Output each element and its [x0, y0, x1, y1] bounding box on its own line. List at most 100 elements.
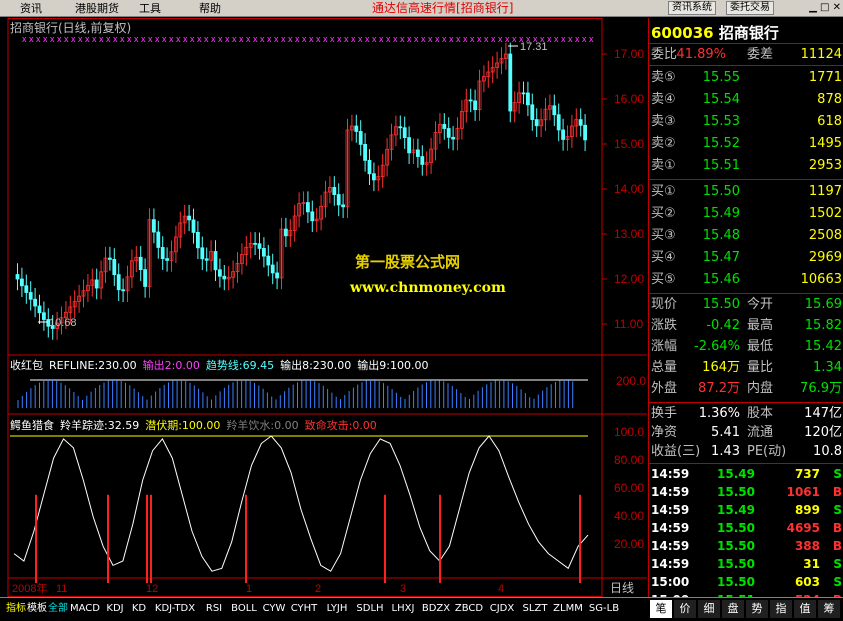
ind2-axis-label: 100.0 — [614, 425, 644, 439]
kline-chart[interactable]: 17.0016.0015.0014.0013.0012.0011.00x x x x x… — [0, 18, 647, 597]
signal-marker: x — [309, 34, 314, 44]
sell-level-row: 卖① 15.51 2953 — [651, 158, 842, 173]
indicator-tab[interactable]: KDJ — [102, 600, 128, 618]
candle-body — [556, 114, 561, 131]
signal-marker: x — [260, 34, 265, 44]
candle-body — [213, 251, 218, 271]
menu-tools[interactable]: 工具 — [139, 1, 161, 16]
chart-area[interactable]: 17.00 16.00 15.00 14.00 13.00 12.00 11.00 x x x x x… — [0, 18, 647, 597]
indicator-tab[interactable]: BOLL — [228, 600, 260, 618]
sell-level-row: 卖② 15.52 1495 — [651, 136, 842, 151]
quote-view-tab[interactable]: 细 — [698, 600, 720, 618]
indicator-tab[interactable]: RSI — [201, 600, 227, 618]
signal-marker: x — [134, 34, 139, 44]
trade-button[interactable]: 委托交易 — [726, 1, 774, 15]
indicator-tab[interactable]: 模板 — [27, 600, 47, 618]
menu-help[interactable]: 帮助 — [199, 1, 221, 16]
date-axis-label: 2 — [315, 583, 321, 595]
signal-marker: x — [169, 34, 174, 44]
menu-hk-futures[interactable]: 港股期货 — [75, 1, 119, 16]
info-system-button[interactable]: 资讯系统 — [668, 1, 716, 15]
candle-body — [42, 312, 46, 320]
quote-stat-row: 现价 15.50 今开 15.69 — [651, 297, 842, 312]
indicator-tab[interactable]: SLZT — [519, 600, 551, 618]
signal-marker: x — [456, 34, 461, 44]
tick-row: 14:59 15.50 31 S — [651, 557, 842, 571]
menu-info[interactable]: 资讯 — [20, 1, 42, 16]
date-axis-label: 12 — [146, 583, 158, 595]
candle-body — [253, 242, 258, 245]
close-icon[interactable]: ✕ — [833, 2, 841, 13]
minimize-icon[interactable]: ▁ — [809, 2, 817, 13]
indicator-tab[interactable]: MACD — [69, 600, 101, 618]
candle-body — [407, 137, 412, 154]
candle-body — [526, 92, 530, 106]
menu-bar: 资讯 港股期货 工具 帮助 通达信高速行情[招商银行] 资讯系统 委托交易 ▁ … — [0, 0, 843, 17]
candle-body — [37, 305, 42, 314]
candle-body — [108, 257, 112, 260]
signal-marker: x — [197, 34, 202, 44]
quote-view-tab[interactable]: 价 — [674, 600, 696, 618]
candle-body — [363, 144, 368, 161]
candle-body — [112, 259, 117, 276]
ind2-axis-label: 80.00 — [614, 453, 644, 467]
indicator-tab[interactable]: LHXJ — [387, 600, 419, 618]
signal-marker: x — [421, 34, 426, 44]
signal-marker: x — [281, 34, 286, 44]
signal-marker: x — [288, 34, 293, 44]
signal-marker: x — [386, 34, 391, 44]
candle-body — [561, 129, 565, 140]
watermark-url: www.chnmoney.com — [350, 280, 506, 296]
tick-row: 14:59 15.49 899 S — [651, 503, 842, 517]
quote-stat2-row: 净资 5.41 流通 120亿 — [651, 425, 842, 440]
candle-body — [358, 131, 363, 145]
signal-marker: x — [379, 34, 384, 44]
indicator-tab[interactable]: SDLH — [354, 600, 386, 618]
divider — [649, 43, 843, 44]
quote-view-tab[interactable]: 值 — [794, 600, 816, 618]
tick-row: 14:59 15.50 388 B — [651, 539, 842, 553]
buy-level-row: 买④ 15.47 2969 — [651, 250, 842, 265]
indicator-tab[interactable]: ZLMM — [552, 600, 584, 618]
quote-stat-row: 涨幅 -2.64% 最低 15.42 — [651, 339, 842, 354]
quote-view-tab[interactable]: 筹 — [818, 600, 840, 618]
indicator-tab[interactable]: 全部 — [48, 600, 68, 618]
date-axis-label: 2008年 — [12, 581, 47, 595]
tick-row: 14:59 15.49 737 S — [651, 467, 842, 481]
candle-body — [156, 231, 161, 248]
indicator-tab[interactable]: ZBCD — [453, 600, 485, 618]
signal-marker: x — [498, 34, 503, 44]
candle-body — [266, 255, 271, 266]
indicator-tab[interactable]: CYW — [261, 600, 287, 618]
candle-body — [19, 278, 24, 287]
signal-marker: x — [435, 34, 440, 44]
indicator-tab[interactable]: CJDX — [486, 600, 518, 618]
quote-view-tab[interactable]: 笔 — [650, 600, 672, 618]
indicator-tab[interactable]: LYJH — [321, 600, 353, 618]
signal-marker: x — [442, 34, 447, 44]
signal-marker: x — [393, 34, 398, 44]
maximize-icon[interactable]: □ — [820, 2, 829, 13]
bottom-tab-bar: 指标 模板 全部 MACD KDJ KD KDJ-TDX RSI BOLL CYW CYHT LYJH… — [0, 597, 843, 621]
indicator-tab[interactable]: KD — [129, 600, 149, 618]
indicator-tab[interactable]: 指标 — [6, 600, 26, 618]
indicator-tab[interactable]: CYHT — [288, 600, 320, 618]
quote-view-tab[interactable]: 盘 — [722, 600, 744, 618]
candle-body — [451, 136, 456, 140]
signal-marker: x — [337, 34, 342, 44]
quote-view-tab[interactable]: 指 — [770, 600, 792, 618]
stock-header[interactable]: 600036 招商银行 — [651, 22, 779, 43]
candle-body — [33, 298, 37, 307]
signal-marker: x — [295, 34, 300, 44]
indicator-tab[interactable]: SG-LB — [585, 600, 623, 618]
candle-body — [257, 243, 262, 249]
low-price-note: 10.68 — [49, 317, 77, 329]
date-axis-label: 11 — [56, 583, 67, 595]
candle-body — [583, 124, 587, 141]
candle-body — [121, 289, 125, 292]
ind2-axis-label: 20.00 — [614, 537, 644, 551]
quote-view-tab[interactable]: 势 — [746, 600, 768, 618]
indicator-tab[interactable]: KDJ-TDX — [150, 600, 200, 618]
indicator-tab[interactable]: BDZX — [420, 600, 452, 618]
signal-marker: x — [162, 34, 167, 44]
